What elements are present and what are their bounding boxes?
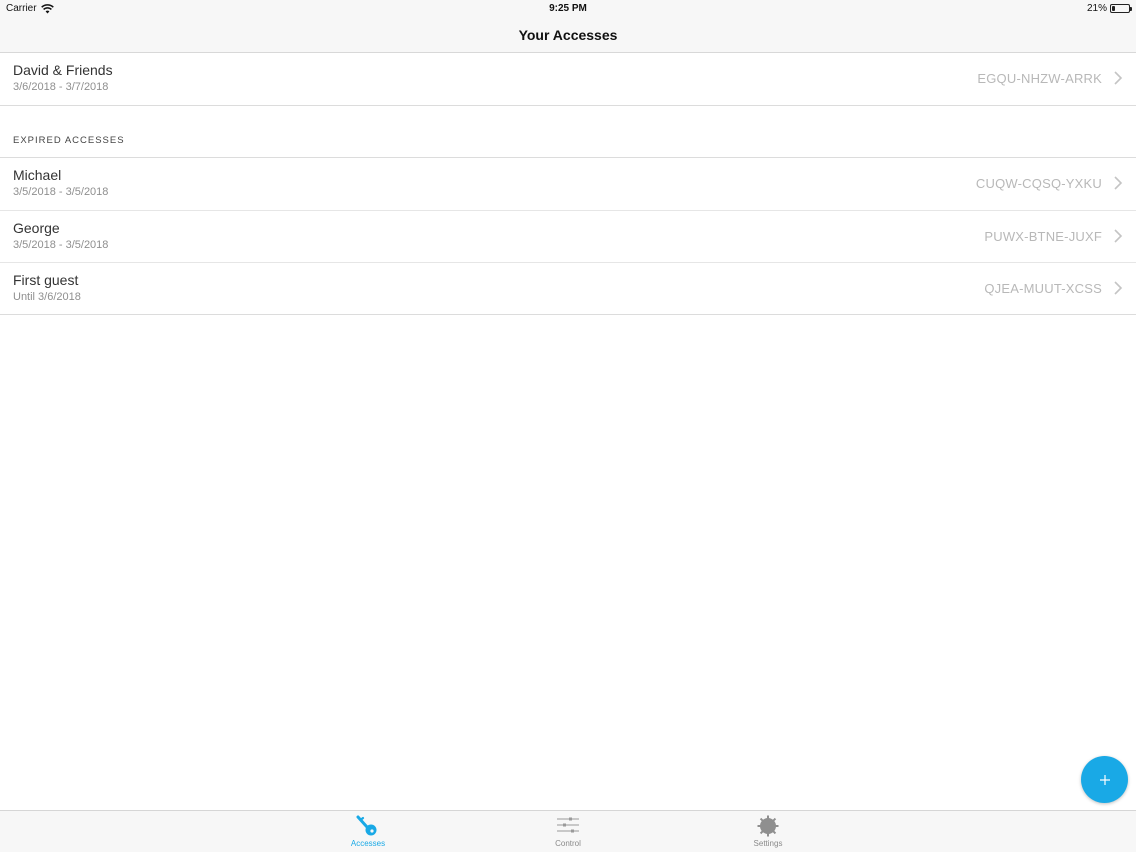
section-header-expired: EXPIRED ACCESSES xyxy=(13,135,125,146)
add-access-button[interactable] xyxy=(1081,756,1128,803)
chevron-right-icon xyxy=(1114,176,1123,190)
tab-label: Control xyxy=(555,839,581,848)
tab-bar: Accesses Control Settings xyxy=(0,810,1136,852)
accesses-list-container: David & Friends 3/6/2018 - 3/7/2018 EGQU… xyxy=(0,53,1136,315)
access-dates: 3/6/2018 - 3/7/2018 xyxy=(13,81,109,93)
chevron-right-icon xyxy=(1114,71,1123,85)
tab-control[interactable]: Control xyxy=(528,815,608,851)
access-dates: 3/5/2018 - 3/5/2018 xyxy=(13,186,109,198)
battery-icon xyxy=(1110,4,1132,13)
battery-fill xyxy=(1112,6,1116,11)
gear-icon xyxy=(757,815,779,837)
sliders-icon xyxy=(557,817,579,833)
access-row[interactable]: David & Friends 3/6/2018 - 3/7/2018 EGQU… xyxy=(0,53,1136,105)
plus-icon xyxy=(1099,774,1110,785)
active-accesses-list: David & Friends 3/6/2018 - 3/7/2018 EGQU… xyxy=(0,53,1136,106)
battery-indicator: 21% xyxy=(1086,3,1132,14)
expired-accesses-list: Michael 3/5/2018 - 3/5/2018 CUQW-CQSQ-YX… xyxy=(0,158,1136,315)
access-code: EGQU-NHZW-ARRK xyxy=(977,71,1102,86)
access-row[interactable]: First guest Until 3/6/2018 QJEA-MUUT-XCS… xyxy=(0,262,1136,314)
carrier-indicator: Carrier xyxy=(6,3,54,14)
tab-settings[interactable]: Settings xyxy=(728,815,808,851)
tab-label: Settings xyxy=(753,839,783,848)
access-dates: 3/5/2018 - 3/5/2018 xyxy=(13,239,109,251)
chevron-right-icon xyxy=(1114,229,1123,243)
tab-accesses[interactable]: Accesses xyxy=(328,815,408,851)
carrier-label: Carrier xyxy=(6,3,37,14)
navigation-bar: Your Accesses xyxy=(0,18,1136,53)
chevron-right-icon xyxy=(1114,281,1123,295)
access-name: Michael xyxy=(13,167,62,183)
access-row[interactable]: Michael 3/5/2018 - 3/5/2018 CUQW-CQSQ-YX… xyxy=(0,158,1136,210)
expired-section: EXPIRED ACCESSES xyxy=(0,106,1136,158)
access-name: David & Friends xyxy=(13,62,113,78)
status-time: 9:25 PM xyxy=(549,3,587,14)
access-row[interactable]: George 3/5/2018 - 3/5/2018 PUWX-BTNE-JUX… xyxy=(0,210,1136,262)
wifi-icon xyxy=(40,3,54,13)
page-title: Your Accesses xyxy=(518,27,618,43)
access-name: George xyxy=(13,220,60,236)
battery-percent: 21% xyxy=(1086,3,1107,14)
app-screen: Carrier 9:25 PM 21% Your Accesses David … xyxy=(0,0,1136,852)
access-dates: Until 3/6/2018 xyxy=(13,291,81,303)
access-name: First guest xyxy=(13,272,79,288)
status-bar: Carrier 9:25 PM 21% xyxy=(0,0,1136,18)
key-icon xyxy=(356,815,377,836)
access-code: CUQW-CQSQ-YXKU xyxy=(975,176,1102,191)
tab-label: Accesses xyxy=(350,839,386,848)
access-code: PUWX-BTNE-JUXF xyxy=(984,229,1102,244)
access-code: QJEA-MUUT-XCSS xyxy=(984,281,1102,296)
